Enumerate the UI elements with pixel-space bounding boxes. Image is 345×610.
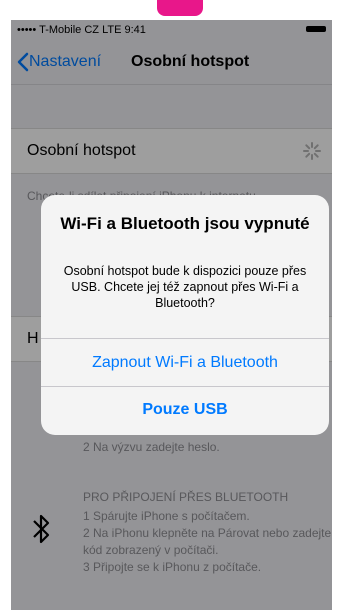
alert-message: Osobní hotspot bude k dispozici pouze př…	[63, 264, 307, 310]
usb-only-button[interactable]: Pouze USB	[41, 401, 329, 419]
alert-dialog: Wi-Fi a Bluetooth jsou vypnuté Osobní ho…	[41, 195, 329, 435]
enable-wifi-bluetooth-button[interactable]: Zapnout Wi-Fi a Bluetooth	[41, 354, 329, 372]
alert-divider	[41, 386, 329, 387]
alert-divider	[41, 338, 329, 339]
top-accent-bar	[157, 0, 203, 16]
alert-title: Wi-Fi a Bluetooth jsou vypnuté	[60, 214, 310, 233]
